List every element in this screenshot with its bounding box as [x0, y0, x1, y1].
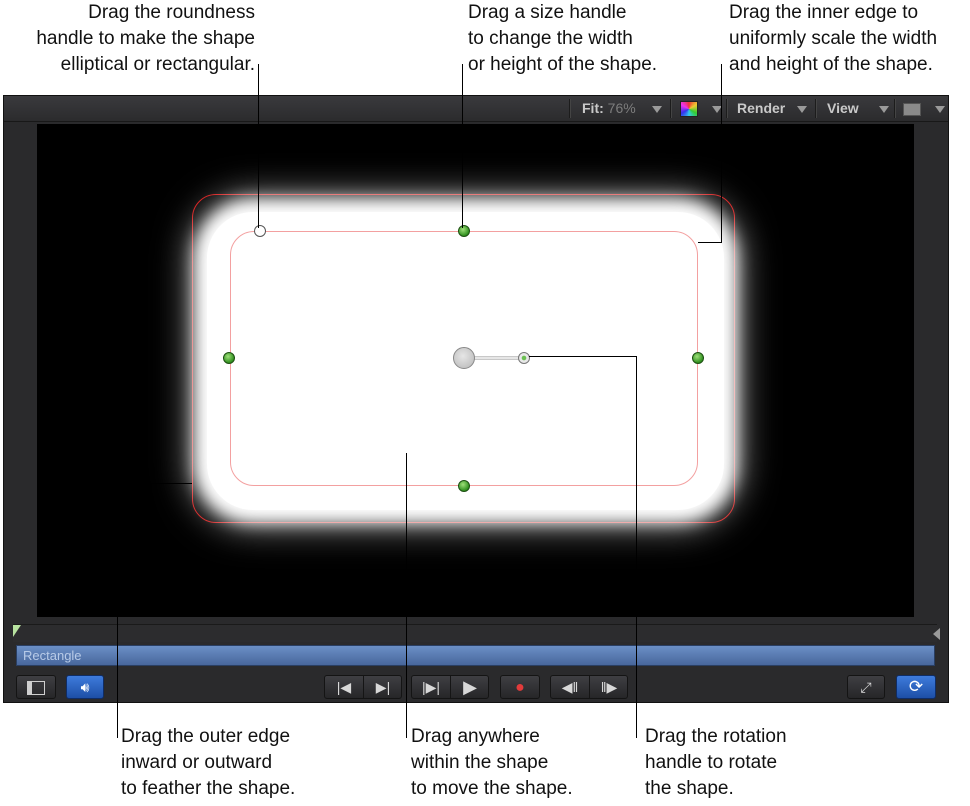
callout-inner-edge: Drag the inner edge to uniformly scale t… — [729, 0, 937, 78]
callout-line: Drag the outer edge — [121, 726, 291, 747]
callout-line: the shape. — [645, 778, 734, 799]
go-to-start-icon: |◀ — [336, 679, 352, 695]
speaker-icon: 🔊︎ — [80, 679, 90, 695]
record-button[interactable]: ● — [500, 675, 540, 699]
transport-bar: 🔊︎ |◀ ▶| |▶| ▶ ● ◀‖ ‖▶ ⤢ ⟳ — [4, 671, 948, 703]
callout-line: uniformly scale the width — [729, 28, 938, 49]
anchor-point-handle[interactable] — [453, 347, 475, 369]
previous-frame-button[interactable]: ◀‖ — [551, 676, 589, 698]
next-frame-icon: ‖▶ — [600, 679, 618, 695]
view-label: View — [827, 100, 859, 116]
callout-line: Drag anywhere — [411, 726, 540, 747]
roundness-handle[interactable] — [254, 225, 266, 237]
leader-line-inner-edge — [721, 64, 722, 243]
callout-line: and height of the shape. — [729, 54, 933, 75]
callout-rotation: Drag the rotation handle to rotate the s… — [645, 724, 787, 802]
divider — [815, 99, 816, 118]
loop-icon: ⟳ — [908, 677, 924, 696]
view-menu[interactable]: View — [827, 96, 889, 121]
viewer-layout-icon — [903, 102, 921, 116]
go-to-end-button[interactable]: ▶| — [363, 676, 402, 698]
chevron-down-icon — [878, 105, 889, 113]
chevron-down-icon — [934, 105, 945, 113]
next-frame-button[interactable]: ‖▶ — [589, 676, 628, 698]
callout-outer-edge: Drag the outer edge inward or outward to… — [121, 724, 295, 802]
leader-line-size — [462, 64, 463, 228]
render-menu[interactable]: Render — [737, 96, 808, 121]
play-icon: ▶ — [463, 677, 477, 697]
play-from-start-icon: |▶| — [421, 679, 441, 695]
layers-panel-icon — [27, 681, 45, 695]
callout-line: handle to rotate — [645, 752, 778, 773]
rotation-handle[interactable] — [518, 352, 530, 364]
leader-line-rotation — [636, 356, 637, 738]
callout-size-handle: Drag a size handle to change the width o… — [468, 0, 657, 78]
callout-line: Drag a size handle — [468, 2, 627, 23]
callout-roundness: Drag the roundness handle to make the sh… — [10, 0, 255, 78]
mini-timeline[interactable] — [13, 624, 940, 642]
leader-line-outer-edge — [117, 483, 118, 738]
fit-label: Fit: — [582, 100, 604, 116]
leader-line-outer-edge — [117, 483, 192, 484]
leader-line-rotation — [529, 356, 636, 357]
callout-line: Drag the roundness — [88, 2, 255, 23]
leader-line-inner-edge — [698, 242, 722, 243]
callout-line: within the shape — [411, 752, 549, 773]
divider — [670, 99, 671, 118]
full-screen-button[interactable]: ⤢ — [847, 675, 885, 699]
render-label: Render — [737, 100, 786, 116]
canvas-viewer: Fit: 76% Render View Rectangle 🔊︎ |◀ ▶| … — [3, 95, 949, 703]
callout-line: handle to make the shape — [36, 28, 255, 49]
callout-line: inward or outward — [121, 752, 273, 773]
size-handle-bottom[interactable] — [458, 480, 470, 492]
divider — [894, 99, 895, 118]
chevron-down-icon — [797, 105, 808, 113]
layer-track[interactable]: Rectangle — [16, 645, 935, 666]
viewer-toolbar: Fit: 76% Render View — [4, 96, 948, 122]
rotation-bar — [469, 356, 523, 360]
size-handle-right[interactable] — [692, 352, 704, 364]
play-from-start-button[interactable]: |▶| — [412, 676, 450, 698]
out-point-icon[interactable] — [933, 628, 940, 640]
leader-line-roundness — [258, 64, 259, 228]
go-to-end-icon: ▶| — [375, 679, 391, 695]
fit-zoom-menu[interactable]: Fit: 76% — [582, 96, 662, 121]
size-handle-left[interactable] — [223, 352, 235, 364]
toggle-layers-button[interactable] — [16, 675, 56, 699]
play-button-group: |▶| ▶ — [411, 675, 489, 699]
chevron-down-icon — [651, 105, 662, 113]
leader-line-move — [406, 453, 407, 738]
callout-move: Drag anywhere within the shape to move t… — [411, 724, 573, 802]
divider — [569, 99, 570, 118]
callout-line: elliptical or rectangular. — [60, 54, 255, 75]
fit-value: 76% — [607, 100, 636, 116]
record-icon: ● — [515, 679, 525, 696]
layer-name: Rectangle — [23, 648, 82, 663]
color-channels-icon — [680, 101, 698, 118]
callout-line: Drag the inner edge to — [729, 2, 919, 23]
divider — [726, 99, 727, 118]
canvas[interactable] — [37, 124, 914, 617]
go-to-start-button[interactable]: |◀ — [325, 676, 363, 698]
callout-line: Drag the rotation — [645, 726, 787, 747]
start-end-button-group: |◀ ▶| — [324, 675, 402, 699]
size-handle-top[interactable] — [458, 225, 470, 237]
loop-playback-button[interactable]: ⟳ — [896, 675, 936, 699]
channels-menu[interactable] — [680, 96, 722, 121]
frame-step-button-group: ◀‖ ‖▶ — [550, 675, 628, 699]
expand-icon: ⤢ — [860, 679, 872, 695]
play-button[interactable]: ▶ — [450, 676, 489, 698]
layout-menu[interactable] — [903, 96, 945, 121]
audio-toggle-button[interactable]: 🔊︎ — [66, 675, 104, 699]
callout-line: to feather the shape. — [121, 778, 296, 799]
callout-line: to move the shape. — [411, 778, 573, 799]
previous-frame-icon: ◀‖ — [561, 679, 579, 695]
playhead-icon[interactable] — [13, 625, 21, 637]
callout-line: or height of the shape. — [468, 54, 658, 75]
callout-line: to change the width — [468, 28, 633, 49]
